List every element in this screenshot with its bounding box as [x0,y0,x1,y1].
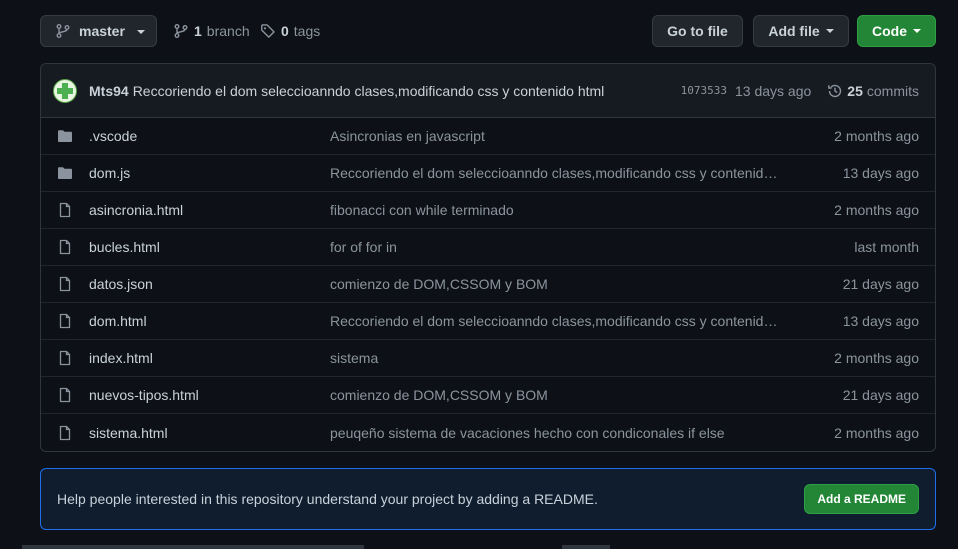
commit-time: 13 days ago [735,82,812,99]
file-icon [57,202,73,218]
commit-label: commits [866,82,919,99]
file-name-link[interactable]: dom.html [89,313,330,329]
file-row[interactable]: datos.json comienzo de DOM,CSSOM y BOM 21 … [41,266,935,303]
file-name-link[interactable]: bucles.html [89,239,330,255]
file-row[interactable]: index.html sistema 2 months ago [41,340,935,377]
file-age: last month [854,239,919,255]
tag-count: 0 [281,23,289,39]
file-commit-message-link[interactable]: sistema [330,350,780,366]
file-commit-message-link[interactable]: comienzo de DOM,CSSOM y BOM [330,387,780,403]
file-icon [57,239,73,255]
file-row[interactable]: asincronia.html fibonacci con while termi… [41,192,935,229]
latest-commit-bar: Mts94 Reccoriendo el dom seleccioanndo c… [41,64,935,118]
file-browser: Mts94 Reccoriendo el dom seleccioanndo c… [40,63,936,452]
file-commit-message-link[interactable]: fibonacci con while terminado [330,202,780,218]
git-branch-icon [173,23,189,39]
tag-label: tags [293,23,321,39]
file-row[interactable]: dom.js Reccoriendo el dom seleccioanndo c… [41,155,935,192]
file-age: 21 days ago [842,387,919,403]
commit-author[interactable]: Mts94 [89,83,129,99]
file-icon [57,276,73,292]
file-name-link[interactable]: asincronia.html [89,202,330,218]
folder-icon [57,128,73,144]
code-button[interactable]: Code [857,15,936,47]
file-name-link[interactable]: datos.json [89,276,330,292]
file-commit-message-link[interactable]: peuqeño sistema de vacaciones hecho con … [330,425,780,441]
branch-count: 1 [194,23,202,39]
branches-link[interactable]: 1 branch [173,15,250,47]
add-readme-button[interactable]: Add a README [804,484,919,514]
commit-count: 25 [847,82,863,99]
avatar[interactable] [53,78,77,103]
tags-link[interactable]: 0 tags [260,15,320,47]
tag-icon [260,23,276,39]
file-age: 2 months ago [834,128,919,144]
file-age: 2 months ago [834,350,919,366]
go-to-file-label: Go to file [667,23,728,39]
file-row[interactable]: .vscode Asincronias en javascript 2 months… [41,118,935,155]
history-icon [827,83,843,99]
file-age: 13 days ago [842,165,919,181]
code-label: Code [872,23,907,39]
go-to-file-button[interactable]: Go to file [652,15,743,47]
file-row[interactable]: dom.html Reccoriendo el dom seleccioanndo… [41,303,935,340]
file-name-link[interactable]: nuevos-tipos.html [89,387,330,403]
chevron-down-icon [913,29,921,33]
branch-label: branch [206,23,250,39]
file-row[interactable]: bucles.html for of for in last month [41,229,935,266]
scrollbar-thumb[interactable] [562,545,610,549]
add-file-label: Add file [768,23,820,39]
chevron-down-icon [825,29,834,33]
commit-sha[interactable]: 1073533 [681,84,727,97]
file-age: 2 months ago [834,202,919,218]
file-age: 13 days ago [842,313,919,329]
file-icon [57,313,73,329]
file-name-link[interactable]: dom.js [89,165,330,181]
chevron-down-icon [136,30,145,34]
file-icon [57,425,73,441]
file-name-link[interactable]: .vscode [89,128,330,144]
commits-link[interactable]: 25 commits [827,83,919,99]
file-age: 21 days ago [842,276,919,292]
git-branch-icon [55,23,71,39]
file-row[interactable]: sistema.html peuqeño sistema de vacacione… [41,414,935,451]
file-age: 2 months ago [834,424,919,441]
repo-toolbar: master 1 branch 0 tags Go to file Add fi… [40,15,936,47]
horizontal-scrollbar[interactable] [22,545,364,549]
file-icon [57,350,73,366]
branch-name: master [79,23,125,39]
add-readme-label: Add a README [817,492,906,506]
file-commit-message-link[interactable]: Reccoriendo el dom seleccioanndo clases,… [330,313,780,329]
folder-icon [57,165,73,181]
file-commit-message-link[interactable]: Reccoriendo el dom seleccioanndo clases,… [330,165,780,181]
readme-prompt-text: Help people interested in this repositor… [57,491,598,507]
branch-selector-button[interactable]: master [40,15,157,47]
file-name-link[interactable]: sistema.html [89,425,330,441]
file-commit-message-link[interactable]: for of for in [330,239,780,255]
file-commit-message-link[interactable]: Asincronias en javascript [330,128,780,144]
commit-message[interactable]: Reccoriendo el dom seleccioanndo clases,… [133,83,681,99]
add-file-button[interactable]: Add file [753,15,849,47]
file-name-link[interactable]: index.html [89,350,330,366]
file-icon [57,387,73,403]
file-list: .vscode Asincronias en javascript 2 months… [41,118,935,451]
file-row[interactable]: nuevos-tipos.html comienzo de DOM,CSSOM y… [41,377,935,414]
file-commit-message-link[interactable]: comienzo de DOM,CSSOM y BOM [330,276,780,292]
readme-banner: Help people interested in this repositor… [40,468,936,530]
